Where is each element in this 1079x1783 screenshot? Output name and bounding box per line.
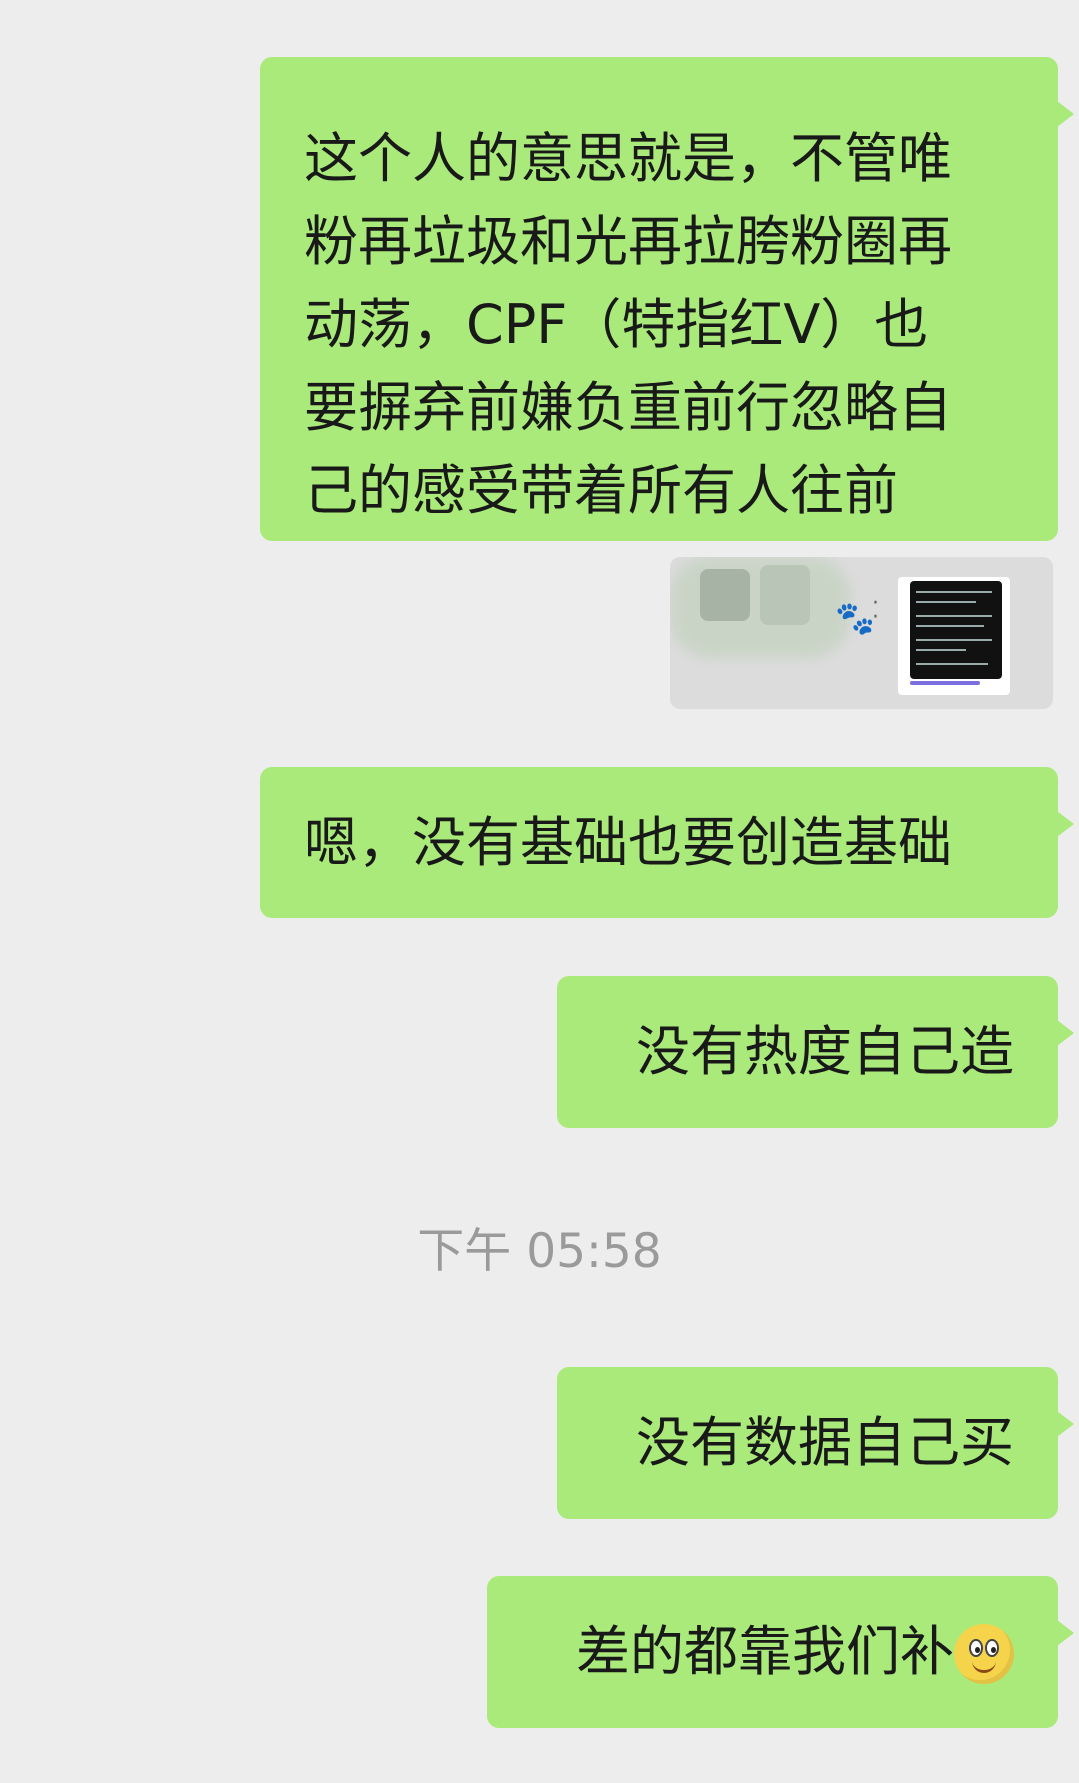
outgoing-message-bubble[interactable]: 嗯，没有基础也要创造基础 <box>260 767 1074 918</box>
thumbnail-text-line <box>916 639 992 641</box>
message-line: 粉再垃圾和光再拉胯粉圈再 <box>304 210 952 273</box>
message-text: 没有热度自己造 <box>636 1020 1014 1083</box>
message-line: 己的感受带着所有人往前 <box>304 459 898 522</box>
screenshot-thumbnail[interactable] <box>898 577 1010 695</box>
thumbnail-dark-panel <box>910 581 1002 679</box>
message-line: 动荡，CPF（特指红V）也 <box>304 293 929 356</box>
thumbnail-text-line <box>916 663 988 665</box>
thumbnail-text-line <box>916 601 976 603</box>
image-message[interactable]: 🐾 · · <box>670 557 1053 709</box>
thumbnail-text-line <box>916 649 966 651</box>
thumbnail-accent-bar <box>910 681 980 685</box>
thumbnail-text-line <box>916 615 992 617</box>
thumbnail-text-line <box>916 591 992 593</box>
outgoing-message-bubble[interactable]: 这个人的意思就是，不管唯 粉再垃圾和光再拉胯粉圈再 动荡，CPF（特指红V）也 … <box>260 57 1074 541</box>
message-timestamp: 下午 05:58 <box>417 1224 662 1279</box>
message-line: 这个人的意思就是，不管唯 <box>304 127 952 190</box>
outgoing-message-bubble[interactable]: 差的都靠我们补 <box>487 1576 1074 1728</box>
smiley-emoji-icon <box>954 1624 1014 1684</box>
message-line: 要摒弃前嫌负重前行忽略自 <box>304 376 952 439</box>
blurred-block <box>700 569 750 621</box>
paw-icon: 🐾 <box>835 599 875 637</box>
message-text: 差的都靠我们补 <box>576 1620 954 1683</box>
outgoing-message-bubble[interactable]: 没有数据自己买 <box>557 1367 1074 1519</box>
dots-icon: · · <box>872 591 879 630</box>
blurred-block <box>760 565 810 625</box>
message-text: 嗯，没有基础也要创造基础 <box>304 811 952 874</box>
message-text: 没有数据自己买 <box>636 1411 1014 1474</box>
thumbnail-text-line <box>916 625 984 627</box>
outgoing-message-bubble[interactable]: 没有热度自己造 <box>557 976 1074 1128</box>
